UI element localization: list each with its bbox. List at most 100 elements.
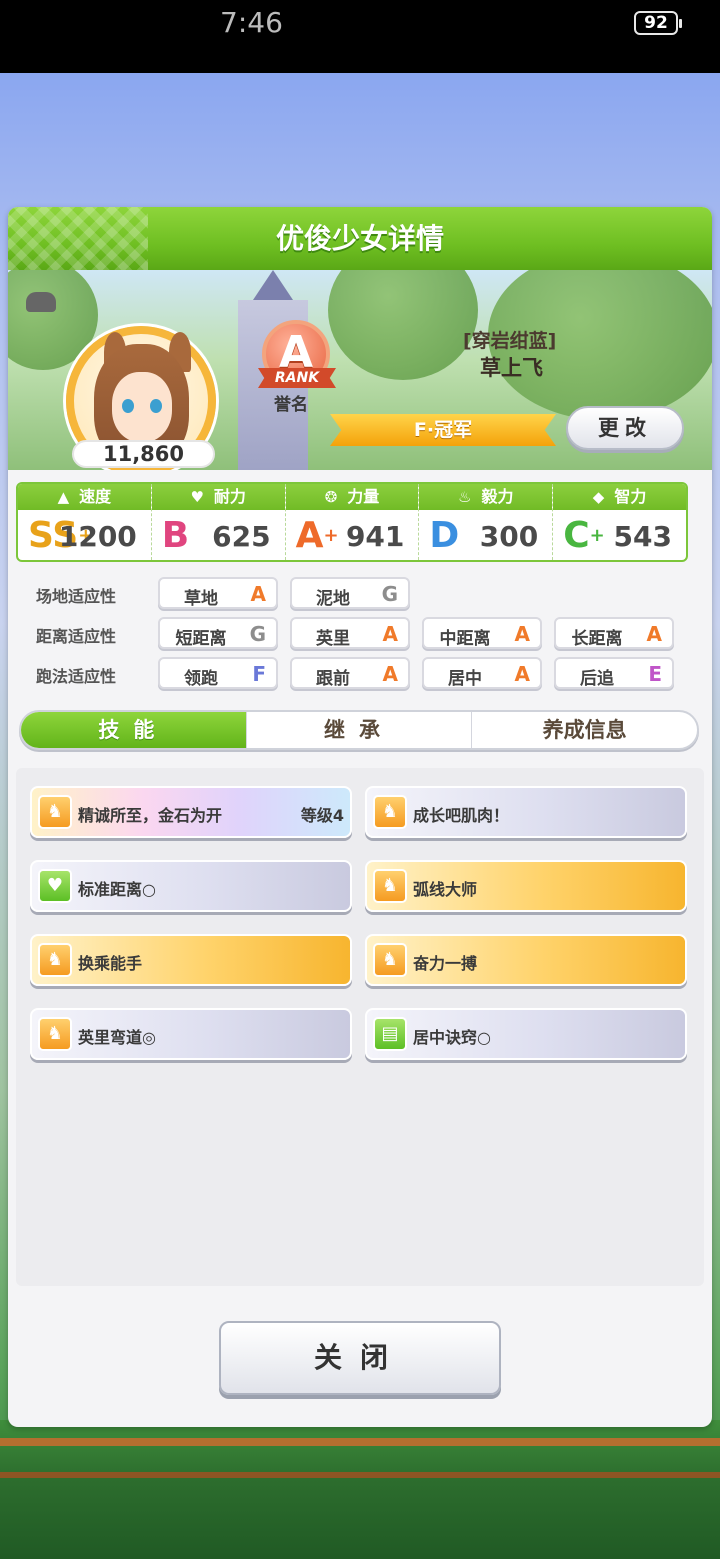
stat-column: ♨ 毅力 D 300 — [419, 484, 554, 560]
aptitude-name: 居中 — [448, 669, 482, 689]
stat-value: 300 — [479, 520, 539, 553]
skill-level: 等级4 — [300, 806, 344, 825]
stat-header: ◆ 智力 — [553, 484, 686, 510]
stat-grade-letter: C — [563, 515, 590, 556]
stat-header: ♥ 耐力 — [151, 484, 285, 510]
evaluation-score: 11,860 — [72, 440, 215, 468]
running-horse-icon: ♞ — [38, 943, 72, 977]
aptitude-row-distance: 距离适应性 短距离 G 英里 A 中距离 A 长距离 A — [0, 617, 704, 651]
aptitude-cell: 短距离 G — [158, 617, 278, 649]
eye-shape — [150, 399, 162, 413]
stat-value: 625 — [212, 520, 271, 553]
tree-decoration — [328, 270, 478, 380]
running-horse-icon: ♞ — [38, 1017, 72, 1051]
graduation-cap-icon: ◆ — [592, 488, 605, 506]
stat-value: 1200 — [58, 520, 137, 553]
stat-name: 力量 — [347, 487, 380, 506]
aptitude-cell: 居中 A — [422, 657, 542, 689]
skill-card[interactable]: ♞ 换乘能手 — [30, 934, 352, 986]
stat-body: SS+ 1200 — [18, 510, 151, 560]
aptitude-cell: 后追 E — [554, 657, 674, 689]
aptitude-row-style: 跑法适应性 领跑 F 跟前 A 居中 A 后追 E — [0, 657, 704, 691]
stat-value: 543 — [613, 520, 672, 553]
tab-1[interactable]: 继承 — [247, 712, 473, 748]
skill-name: 居中诀窍○ — [413, 1028, 491, 1047]
change-title-button[interactable]: 更改 — [566, 406, 684, 450]
dialog-header: 优俊少女详情 — [8, 207, 712, 270]
aptitude-name: 草地 — [184, 589, 218, 609]
dialog-title: 优俊少女详情 — [275, 222, 444, 255]
skill-card[interactable]: ♞ 奋力一搏 — [365, 934, 687, 986]
flame-icon: ♨ — [458, 488, 472, 506]
stat-grade-plus: + — [323, 525, 339, 546]
aptitude-name: 长距离 — [571, 629, 623, 649]
aptitude-label: 跑法适应性 — [36, 667, 117, 686]
stat-column: ▲ 速度 SS+ 1200 — [18, 484, 152, 560]
stat-grade-letter: B — [161, 515, 190, 556]
skill-name: 英里弯道◎ — [78, 1028, 156, 1047]
skill-card[interactable]: ♞ 弧线大师 — [365, 860, 687, 912]
aptitude-name: 泥地 — [316, 589, 350, 609]
stat-column: ♥ 耐力 B 625 — [151, 484, 286, 560]
stat-name: 耐力 — [213, 487, 246, 506]
skill-name: 成长吧肌肉！ — [413, 806, 510, 825]
epithet: [穿岩绀蓝] — [463, 330, 557, 352]
horseshoe-icon[interactable] — [26, 292, 56, 312]
stat-grade: C+ — [563, 516, 605, 556]
aptitude-name: 领跑 — [184, 669, 218, 689]
stat-grade: D — [429, 516, 459, 556]
aptitude-cell: 泥地 G — [290, 577, 410, 609]
aptitude-cell: 草地 A — [158, 577, 278, 609]
running-horse-icon: ♞ — [38, 795, 72, 829]
aptitude-grade: A — [382, 622, 398, 646]
aptitude-cell: 中距离 A — [422, 617, 542, 649]
clock: 7:46 — [220, 6, 283, 39]
skill-card[interactable]: ▤ 居中诀窍○ — [365, 1008, 687, 1060]
stat-grade-plus: + — [589, 525, 605, 546]
horse-name: 草上飞 — [480, 356, 543, 380]
stat-header: ❂ 力量 — [285, 484, 419, 510]
stat-grade-letter: D — [429, 515, 460, 556]
aptitude-name: 中距离 — [439, 629, 491, 649]
book-icon: ▤ — [373, 1017, 407, 1051]
heart-icon: ♥ — [38, 869, 72, 903]
aptitude-grade: A — [250, 582, 266, 606]
stat-name: 毅力 — [481, 487, 514, 506]
tab-bar: 技能 继承 养成信息 — [19, 710, 699, 750]
eye-shape — [122, 399, 134, 413]
battery-icon: 92 — [634, 11, 682, 35]
aptitude-grade: G — [249, 622, 266, 646]
skill-name: 弧线大师 — [413, 880, 478, 899]
aptitude-name: 后追 — [580, 669, 614, 689]
skill-name: 奋力一搏 — [413, 954, 478, 973]
stat-header: ▲ 速度 — [18, 484, 151, 510]
stat-column: ◆ 智力 C+ 543 — [553, 484, 686, 560]
close-button[interactable]: 关闭 — [219, 1321, 501, 1395]
running-horse-icon: ♞ — [373, 869, 407, 903]
aptitude-cell: 长距离 A — [554, 617, 674, 649]
stat-name: 智力 — [614, 487, 647, 506]
stat-body: B 625 — [152, 510, 285, 560]
aptitude-grade: F — [252, 662, 266, 686]
skill-card[interactable]: ♞ 精诚所至，金石为开 等级4 — [30, 786, 352, 838]
aptitude-label: 场地适应性 — [36, 587, 117, 606]
stat-column: ❂ 力量 A+ 941 — [285, 484, 420, 560]
skill-card[interactable]: ♥ 标准距离○ — [30, 860, 352, 912]
aptitude-grade: A — [514, 662, 530, 686]
aptitude-name: 跟前 — [316, 669, 350, 689]
stat-body: A+ 941 — [286, 510, 419, 560]
skill-name: 标准距离○ — [78, 880, 156, 899]
aptitude-cell: 领跑 F — [158, 657, 278, 689]
aptitude-cell: 跟前 A — [290, 657, 410, 689]
aptitude-cell: 英里 A — [290, 617, 410, 649]
background-fence — [0, 1420, 720, 1559]
skills-panel: ♞ 精诚所至，金石为开 等级4 ♞ 成长吧肌肉！ ♥ 标准距离○ ♞ 弧线大师 ♞ 换乘能手 ♞ 奋力一… — [16, 768, 704, 1286]
aptitude-label: 距离适应性 — [36, 627, 117, 646]
skill-card[interactable]: ♞ 成长吧肌肉！ — [365, 786, 687, 838]
rank-ribbon: RANK — [258, 368, 336, 388]
skill-card[interactable]: ♞ 英里弯道◎ — [30, 1008, 352, 1060]
tab-2[interactable]: 养成信息 — [472, 712, 697, 748]
stat-grade: B — [162, 516, 189, 556]
tab-0[interactable]: 技能 — [21, 712, 247, 748]
aptitude-grade: A — [382, 662, 398, 686]
